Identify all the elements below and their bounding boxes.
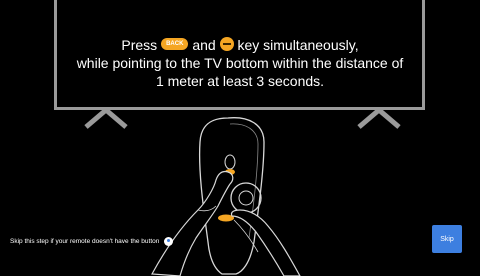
skip-button[interactable]: Skip — [432, 225, 462, 253]
remote-hands-illustration — [151, 117, 301, 276]
instruction-after-keys: key simultaneously, — [237, 37, 359, 53]
skip-note: Skip this step if your remote doesn't ha… — [10, 237, 174, 246]
instruction-press: Press — [121, 37, 158, 53]
help-icon[interactable] — [164, 237, 174, 246]
instruction-text: Press BACK and key simultaneously, while… — [58, 36, 422, 90]
tv-stand-right-icon — [357, 107, 401, 129]
minus-key-icon — [219, 37, 234, 52]
instruction-and: and — [192, 37, 216, 53]
instruction-line-3: 1 meter at least 3 seconds. — [155, 73, 325, 89]
instruction-line-2: while pointing to the TV bottom within t… — [76, 55, 404, 71]
back-key-icon: BACK — [161, 38, 189, 51]
instruction-line-1: Press BACK and key simultaneously, — [58, 36, 422, 54]
tv-stand-left-icon — [84, 107, 128, 129]
skip-note-text: Skip this step if your remote doesn't ha… — [10, 238, 160, 245]
